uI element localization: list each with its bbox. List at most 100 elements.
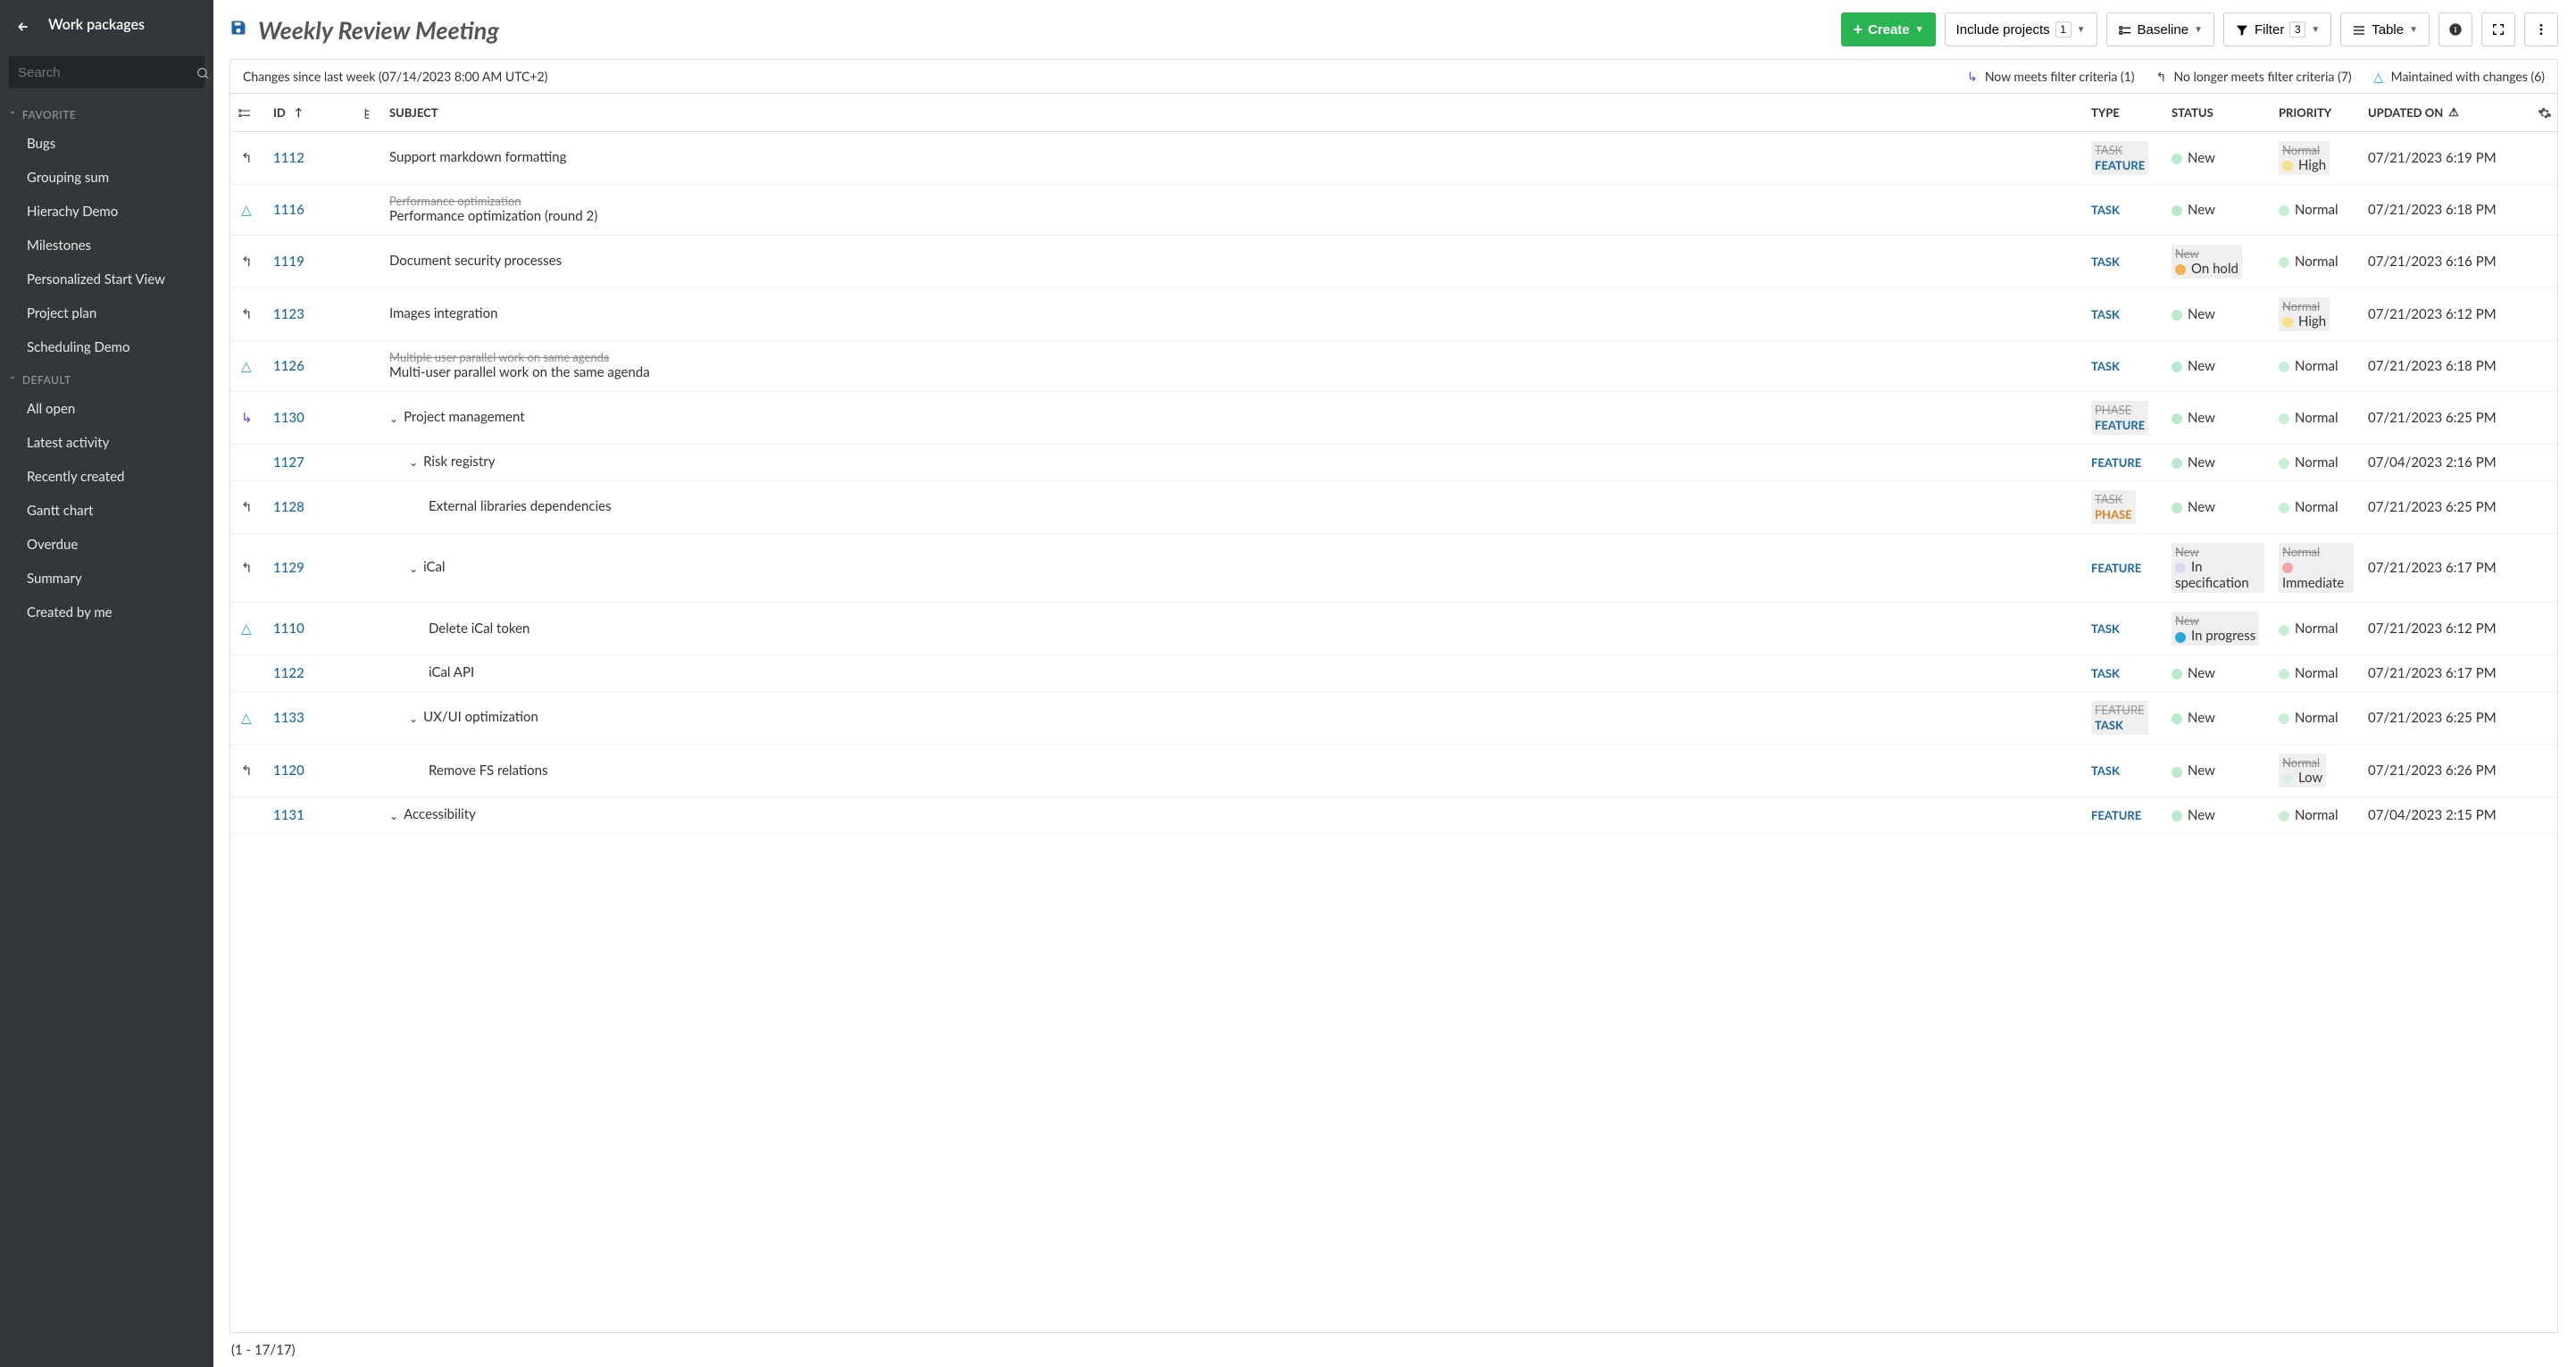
work-package-id-link[interactable]: 1122 bbox=[273, 665, 304, 681]
expand-chevron-icon[interactable]: ⌄ bbox=[389, 412, 398, 425]
table-row[interactable]: 1127⌄Risk registryFEATURENewNormal07/04/… bbox=[230, 445, 2557, 481]
work-package-id-link[interactable]: 1116 bbox=[273, 202, 304, 218]
column-header-updated[interactable]: UPDATED ON ⚠ bbox=[2361, 94, 2530, 131]
baseline-icon bbox=[2118, 21, 2132, 37]
sidebar-item[interactable]: Overdue bbox=[0, 528, 213, 562]
expand-chevron-icon[interactable]: ⌄ bbox=[409, 712, 418, 725]
updated-value: 07/21/2023 6:17 PM bbox=[2361, 533, 2530, 602]
sidebar: Work packages ⌃FAVORITEBugsGrouping sumH… bbox=[0, 0, 213, 1367]
work-package-id-link[interactable]: 1128 bbox=[273, 499, 304, 515]
baseline-legend: ↳Now meets filter criteria (1) ↰No longe… bbox=[1965, 69, 2545, 84]
change-indicator-icon: ↰ bbox=[241, 499, 255, 515]
priority-dot-icon bbox=[2279, 362, 2289, 372]
legend-maintained[interactable]: △Maintained with changes (6) bbox=[2372, 69, 2545, 84]
subject: Delete iCal token bbox=[429, 621, 529, 638]
status-value: New bbox=[2172, 665, 2215, 681]
sidebar-item[interactable]: Summary bbox=[0, 562, 213, 596]
sidebar-item[interactable]: Project plan bbox=[0, 296, 213, 330]
sidebar-section-header[interactable]: ⌃FAVORITE bbox=[0, 99, 213, 127]
delta-icon: △ bbox=[2372, 70, 2386, 84]
column-header-status[interactable]: STATUS bbox=[2164, 94, 2272, 131]
work-package-id-link[interactable]: 1133 bbox=[273, 710, 304, 726]
priority-dot-icon bbox=[2279, 458, 2289, 469]
sidebar-item[interactable]: All open bbox=[0, 392, 213, 426]
work-package-id-link[interactable]: 1131 bbox=[273, 807, 304, 823]
expand-chevron-icon[interactable]: ⌄ bbox=[389, 809, 398, 822]
back-arrow-icon[interactable] bbox=[16, 13, 38, 37]
updated-value: 07/21/2023 6:16 PM bbox=[2361, 235, 2530, 288]
view-title[interactable]: Weekly Review Meeting bbox=[258, 15, 499, 45]
arrow-out-icon: ↰ bbox=[2155, 70, 2169, 84]
table-row[interactable]: △1133⌄UX/UI optimizationFEATURETASKNewNo… bbox=[230, 691, 2557, 744]
hierarchy-col-icon[interactable] bbox=[355, 94, 382, 131]
sidebar-item[interactable]: Hierachy Demo bbox=[0, 195, 213, 229]
work-package-table[interactable]: ID↑ SUBJECT TYPE STATUS PRIORITY UPDATED… bbox=[229, 93, 2558, 1333]
sidebar-item[interactable]: Personalized Start View bbox=[0, 263, 213, 296]
work-package-id-link[interactable]: 1127 bbox=[273, 454, 304, 471]
table-row[interactable]: 1131⌄AccessibilityFEATURENewNormal07/04/… bbox=[230, 797, 2557, 834]
sidebar-item[interactable]: Latest activity bbox=[0, 426, 213, 460]
fullscreen-button[interactable] bbox=[2481, 13, 2515, 46]
status-dot-icon bbox=[2172, 767, 2182, 778]
table-icon bbox=[2352, 21, 2366, 37]
sidebar-item[interactable]: Scheduling Demo bbox=[0, 330, 213, 364]
table-row[interactable]: ↰1128External libraries dependenciesTASK… bbox=[230, 480, 2557, 533]
work-package-id-link[interactable]: 1123 bbox=[273, 306, 304, 322]
sidebar-item[interactable]: Grouping sum bbox=[0, 161, 213, 195]
sidebar-item[interactable]: Milestones bbox=[0, 229, 213, 263]
baseline-button[interactable]: Baseline ▼ bbox=[2106, 13, 2214, 46]
table-row[interactable]: 1122iCal APITASKNewNormal07/21/2023 6:17… bbox=[230, 655, 2557, 692]
column-header-id[interactable]: ID↑ bbox=[266, 94, 355, 131]
legend-meets[interactable]: ↳Now meets filter criteria (1) bbox=[1965, 69, 2135, 84]
table-row[interactable]: ↰1129⌄iCalFEATURENewIn specificationNorm… bbox=[230, 533, 2557, 602]
table-row[interactable]: ↳1130⌄Project managementPHASEFEATURENewN… bbox=[230, 391, 2557, 444]
column-header-priority[interactable]: PRIORITY bbox=[2272, 94, 2361, 131]
work-package-id-link[interactable]: 1126 bbox=[273, 358, 304, 374]
filter-icon bbox=[2235, 21, 2249, 37]
more-menu-button[interactable] bbox=[2524, 13, 2558, 46]
search-input[interactable] bbox=[18, 65, 196, 80]
view-mode-button[interactable]: Table ▼ bbox=[2340, 13, 2430, 46]
include-projects-button[interactable]: Include projects 1 ▼ bbox=[1945, 13, 2097, 46]
priority-dot-icon bbox=[2279, 811, 2289, 821]
column-config-button[interactable] bbox=[2530, 94, 2557, 131]
filter-button[interactable]: Filter 3 ▼ bbox=[2223, 13, 2331, 46]
create-button[interactable]: + Create ▼ bbox=[1841, 13, 1935, 46]
table-row[interactable]: ↰1119Document security processesTASKNewO… bbox=[230, 235, 2557, 288]
sidebar-section-header[interactable]: ⌃DEFAULT bbox=[0, 364, 213, 392]
expand-chevron-icon[interactable]: ⌄ bbox=[409, 455, 418, 469]
table-row[interactable]: ↰1123Images integrationTASKNewNormalHigh… bbox=[230, 288, 2557, 340]
work-package-id-link[interactable]: 1112 bbox=[273, 150, 304, 166]
type-value: TASK bbox=[2091, 254, 2120, 269]
table-row[interactable]: ↰1120Remove FS relationsTASKNewNormalLow… bbox=[230, 745, 2557, 797]
updated-value: 07/21/2023 6:26 PM bbox=[2361, 745, 2530, 797]
column-header-type[interactable]: TYPE bbox=[2084, 94, 2164, 131]
work-package-id-link[interactable]: 1130 bbox=[273, 410, 304, 426]
save-icon[interactable] bbox=[229, 19, 247, 41]
work-package-id-link[interactable]: 1110 bbox=[273, 621, 304, 637]
work-package-id-link[interactable]: 1129 bbox=[273, 560, 304, 576]
table-row[interactable]: ↰1112Support markdown formattingTASKFEAT… bbox=[230, 131, 2557, 184]
expand-chevron-icon[interactable]: ⌄ bbox=[409, 562, 418, 575]
legend-nolonger[interactable]: ↰No longer meets filter criteria (7) bbox=[2155, 69, 2352, 84]
work-package-id-link[interactable]: 1120 bbox=[273, 763, 304, 779]
status-value: New bbox=[2172, 807, 2215, 823]
chevron-down-icon: ⌃ bbox=[9, 110, 17, 121]
column-header-subject[interactable]: SUBJECT bbox=[382, 94, 2084, 131]
sidebar-search[interactable] bbox=[9, 56, 204, 88]
status-value: New bbox=[2172, 358, 2215, 374]
sidebar-item[interactable]: Gantt chart bbox=[0, 494, 213, 528]
info-button[interactable]: i bbox=[2438, 13, 2472, 46]
work-package-id-link[interactable]: 1119 bbox=[273, 254, 304, 270]
table-row[interactable]: △1116Performance optimizationPerformance… bbox=[230, 184, 2557, 235]
priority-dot-icon bbox=[2279, 257, 2289, 268]
table-row[interactable]: △1126Multiple user parallel work on same… bbox=[230, 341, 2557, 392]
priority-value: Normal bbox=[2279, 665, 2338, 681]
updated-value: 07/21/2023 6:18 PM bbox=[2361, 341, 2530, 392]
sidebar-item[interactable]: Bugs bbox=[0, 127, 213, 161]
table-row[interactable]: △1110Delete iCal tokenTASKNewIn progress… bbox=[230, 603, 2557, 655]
sidebar-item[interactable]: Created by me bbox=[0, 596, 213, 629]
priority-value: Normal bbox=[2279, 454, 2338, 471]
priority-dot-icon bbox=[2279, 413, 2289, 424]
sidebar-item[interactable]: Recently created bbox=[0, 460, 213, 494]
